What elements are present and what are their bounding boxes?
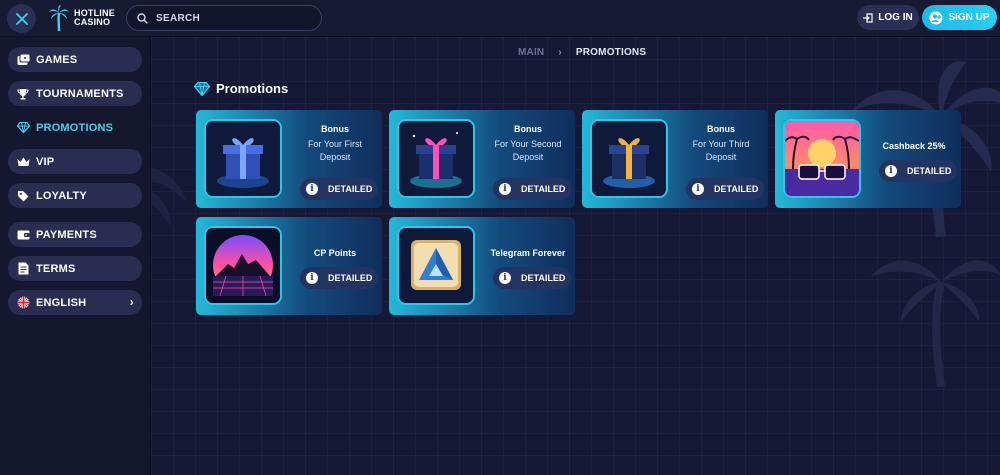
- promo-title: CP Points: [313, 248, 357, 258]
- diamond-icon: [16, 121, 30, 135]
- page-title: Promotions: [194, 81, 288, 96]
- promo-info: Telegram Forever: [481, 217, 575, 315]
- sidebar-item-terms[interactable]: TERMS: [8, 256, 142, 281]
- brand-logo[interactable]: HOTLINE CASINO: [48, 4, 115, 32]
- sidebar-item-label: VIP: [36, 155, 55, 168]
- promo-card-telegram[interactable]: Telegram Forever i DETAILED: [389, 217, 575, 315]
- search-placeholder: SEARCH: [156, 12, 201, 24]
- detailed-label: DETAILED: [907, 166, 952, 176]
- sidebar-item-vip[interactable]: VIP: [8, 149, 142, 174]
- retro-sunset-glasses-image: [783, 119, 861, 198]
- promo-info: Cashback 25%: [867, 110, 961, 208]
- detailed-label: DETAILED: [328, 184, 373, 194]
- detailed-button[interactable]: i DETAILED: [493, 178, 571, 200]
- sidebar-item-games[interactable]: GAMES: [8, 47, 142, 72]
- pink-gift-box-image: [397, 119, 475, 198]
- breadcrumb-current: PROMOTIONS: [575, 47, 647, 58]
- sidebar-item-payments[interactable]: PAYMENTS: [8, 222, 142, 247]
- promo-title: Cashback 25%: [882, 141, 946, 151]
- wallet-icon: [16, 228, 30, 242]
- language-selector[interactable]: ENGLISH ›: [8, 290, 142, 315]
- detailed-label: DETAILED: [714, 184, 759, 194]
- info-icon: i: [499, 183, 511, 195]
- promo-card-third-deposit[interactable]: Bonus For Your Third Deposit i DETAILED: [582, 110, 768, 208]
- trophy-icon: [16, 87, 30, 101]
- promo-card-cashback[interactable]: Cashback 25% i DETAILED: [775, 110, 961, 208]
- gold-gift-box-image: [590, 119, 668, 198]
- info-icon: i: [692, 183, 704, 195]
- chevron-right-icon: ›: [129, 295, 134, 309]
- promo-subtitle: Deposit: [319, 152, 351, 162]
- promo-subtitle: Deposit: [512, 152, 544, 162]
- breadcrumb: MAIN › PROMOTIONS: [518, 47, 646, 58]
- document-icon: [16, 262, 30, 276]
- diamond-icon: [194, 81, 210, 96]
- games-icon: [16, 53, 30, 67]
- breadcrumb-main-link[interactable]: MAIN: [518, 47, 544, 58]
- promo-card-first-deposit[interactable]: Bonus For Your First Deposit i DETAILED: [196, 110, 382, 208]
- info-icon: i: [499, 272, 511, 284]
- top-header: HOTLINE CASINO SEARCH LOG IN SIGN UP: [0, 0, 1000, 37]
- blue-gift-box-image: [204, 119, 282, 198]
- sidebar-item-label: ENGLISH: [36, 296, 87, 309]
- info-icon: i: [885, 165, 897, 177]
- uk-flag-icon: [16, 296, 30, 310]
- detailed-label: DETAILED: [521, 184, 566, 194]
- sidebar-item-label: LOYALTY: [36, 189, 87, 202]
- close-icon: [15, 12, 28, 25]
- add-user-icon: [929, 11, 943, 24]
- detailed-label: DETAILED: [328, 273, 373, 283]
- brand-line-2: CASINO: [74, 17, 111, 27]
- info-icon: i: [306, 272, 318, 284]
- signup-label: SIGN UP: [948, 12, 990, 23]
- sidebar-item-tournaments[interactable]: TOURNAMENTS: [8, 81, 142, 106]
- detailed-button[interactable]: i DETAILED: [493, 267, 571, 289]
- breadcrumb-separator: ›: [558, 47, 562, 58]
- promo-info: CP Points: [288, 217, 382, 315]
- synthwave-sun-image: [204, 226, 282, 305]
- brand-name: HOTLINE CASINO: [74, 9, 115, 27]
- promo-card-second-deposit[interactable]: Bonus For Your Second Deposit i DETAILED: [389, 110, 575, 208]
- sidebar: GAMES TOURNAMENTS PROMOTIONS VIP LOYALTY…: [0, 37, 151, 475]
- sidebar-item-promotions[interactable]: PROMOTIONS: [8, 115, 142, 140]
- crown-icon: [16, 155, 30, 169]
- detailed-button[interactable]: i DETAILED: [879, 160, 957, 182]
- promo-subtitle: For Your First: [307, 139, 363, 149]
- palm-logo-icon: [49, 5, 69, 32]
- telegram-triangle-image: [397, 226, 475, 305]
- detailed-button[interactable]: i DETAILED: [300, 267, 378, 289]
- detailed-button[interactable]: i DETAILED: [300, 178, 378, 200]
- promo-title: Bonus: [321, 124, 349, 134]
- promo-title: Telegram Forever: [490, 248, 566, 258]
- info-icon: i: [306, 183, 318, 195]
- search-input[interactable]: SEARCH: [126, 5, 322, 31]
- sidebar-item-label: PROMOTIONS: [36, 121, 114, 134]
- promo-title: Bonus: [514, 124, 542, 134]
- detailed-label: DETAILED: [521, 273, 566, 283]
- login-button[interactable]: LOG IN: [857, 5, 919, 30]
- signup-button[interactable]: SIGN UP: [922, 5, 997, 30]
- tag-icon: [16, 189, 30, 203]
- sidebar-item-label: TOURNAMENTS: [36, 87, 124, 100]
- login-label: LOG IN: [878, 12, 913, 23]
- detailed-button[interactable]: i DETAILED: [686, 178, 764, 200]
- palm-decoration: [871, 260, 1000, 387]
- promo-subtitle: For Your Third: [692, 139, 750, 149]
- promo-subtitle: Deposit: [705, 152, 737, 162]
- sidebar-item-label: PAYMENTS: [36, 228, 97, 241]
- sidebar-item-label: TERMS: [36, 262, 76, 275]
- promo-subtitle: For Your Second: [494, 139, 562, 149]
- promo-title: Bonus: [707, 124, 735, 134]
- sidebar-item-label: GAMES: [36, 53, 78, 66]
- main-content: MAIN › PROMOTIONS Promotions Bonus For Y…: [151, 37, 1000, 475]
- close-menu-button[interactable]: [7, 4, 36, 33]
- login-icon: [863, 12, 873, 23]
- palm-decoration: [151, 167, 186, 227]
- search-icon: [137, 12, 148, 24]
- page-title-text: Promotions: [216, 81, 289, 96]
- promo-card-cp-points[interactable]: CP Points i DETAILED: [196, 217, 382, 315]
- sidebar-item-loyalty[interactable]: LOYALTY: [8, 183, 142, 208]
